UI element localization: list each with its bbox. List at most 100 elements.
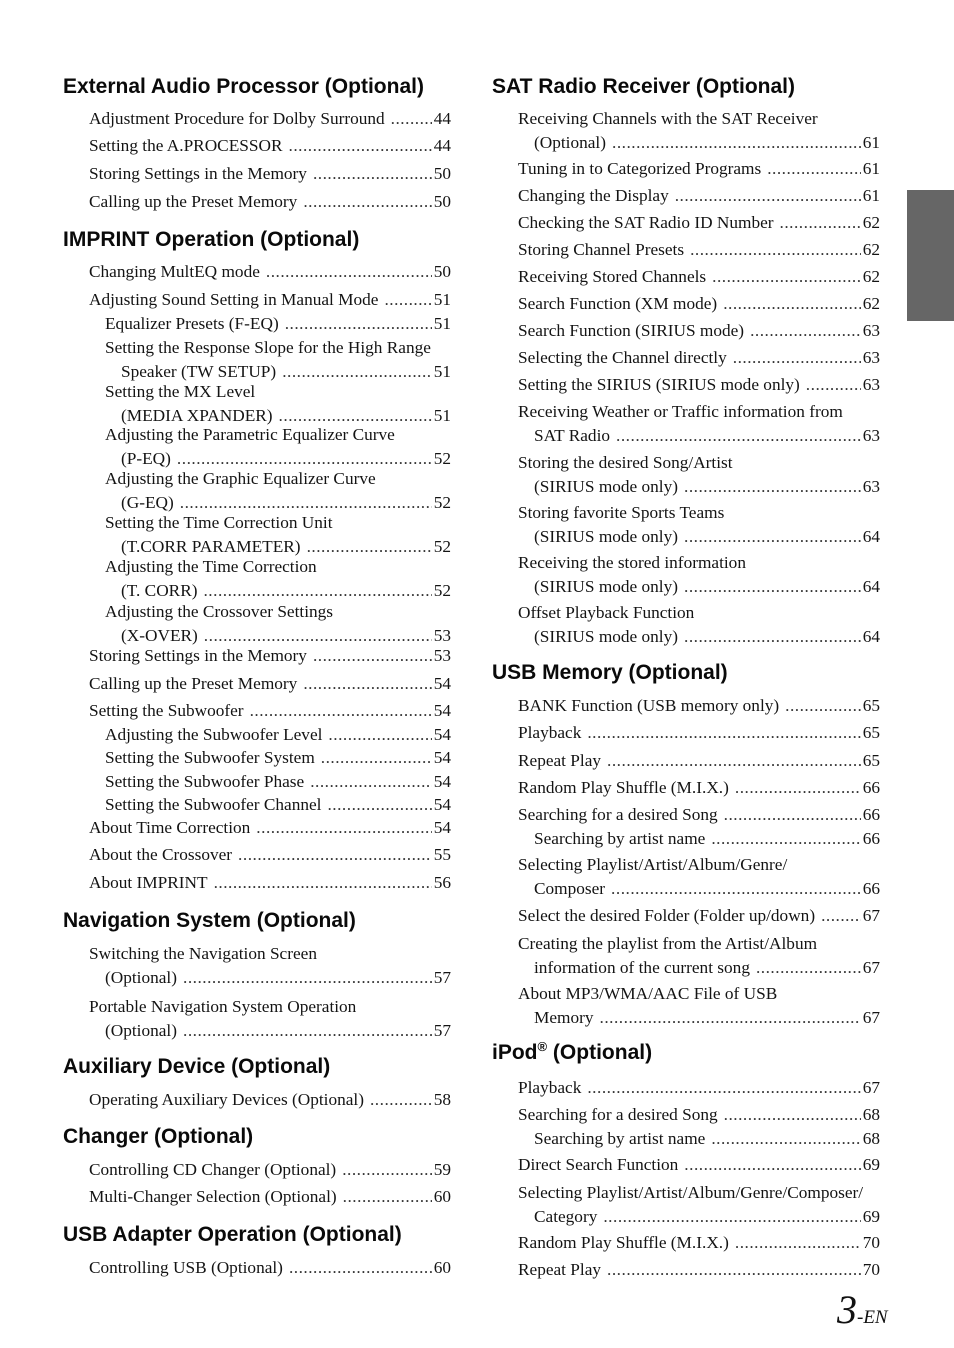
- dot-leader: [303, 672, 431, 696]
- toc-entry[interactable]: Equalizer Presets (F-EQ) 51: [105, 312, 451, 336]
- toc-entry-title: Setting the MX Level: [105, 382, 256, 401]
- toc-entry[interactable]: Random Play Shuffle (M.I.X.) 70: [518, 1231, 880, 1255]
- toc-entry[interactable]: Adjusting the Parametric Equalizer Curve…: [105, 423, 451, 471]
- toc-entry-line: Setting the Subwoofer Channel 54: [105, 793, 451, 817]
- toc-entry[interactable]: Adjusting the Crossover Settings (X-OVER)…: [105, 600, 451, 648]
- toc-entry-line: About IMPRINT 56: [89, 871, 451, 895]
- toc-entry[interactable]: Searching by artist name 66: [534, 827, 880, 851]
- toc-entry-line: Adjusting Sound Setting in Manual Mode 51: [89, 288, 451, 312]
- section-heading: iPod® (Optional): [492, 1040, 652, 1065]
- dot-leader: [183, 966, 432, 990]
- toc-page-ref: 66: [862, 778, 880, 797]
- toc-entry-title: Searching for a desired Song: [518, 805, 718, 824]
- toc-entry[interactable]: Storing favorite Sports Teams (SIRIUS mod…: [518, 501, 880, 549]
- toc-entry[interactable]: About the Crossover 55: [89, 843, 451, 867]
- toc-entry[interactable]: Storing Settings in the Memory 53: [89, 644, 451, 668]
- toc-entry[interactable]: Portable Navigation System Operation (Opt…: [89, 995, 451, 1043]
- toc-entry[interactable]: Setting the Subwoofer 54: [89, 699, 451, 723]
- toc-entry[interactable]: Setting the Subwoofer Channel 54: [105, 793, 451, 817]
- toc-entry[interactable]: BANK Function (USB memory only) 65: [518, 694, 880, 718]
- toc-entry[interactable]: Receiving Weather or Traffic information…: [518, 400, 880, 448]
- toc-entry-title: Portable Navigation System Operation: [89, 997, 357, 1016]
- toc-entry[interactable]: Adjusting the Time Correction(T. CORR)52: [105, 555, 451, 603]
- toc-entry-line: Storing Settings in the Memory 53: [89, 644, 451, 668]
- toc-entry-title: Storing Channel Presets: [518, 240, 685, 259]
- toc-entry[interactable]: Checking the SAT Radio ID Number 62: [518, 211, 880, 235]
- dot-leader: [328, 723, 431, 747]
- toc-entry[interactable]: Setting the Time Correction Unit (T.CORR …: [105, 511, 451, 559]
- dot-leader: [806, 373, 861, 397]
- toc-entry[interactable]: Searching for a desired Song 66: [518, 803, 880, 827]
- toc-entry[interactable]: Searching by artist name 68: [534, 1127, 880, 1151]
- dot-leader: [327, 793, 431, 817]
- toc-entry[interactable]: Receiving the stored information (SIRIUS …: [518, 551, 880, 599]
- section-heading: SAT Radio Receiver (Optional): [492, 75, 795, 99]
- toc-entry[interactable]: About MP3/WMA/AAC File of USB Memory 67: [518, 982, 880, 1030]
- toc-entry-line: SAT Radio 63: [518, 424, 880, 448]
- toc-entry[interactable]: Operating Auxiliary Devices (Optional) 58: [89, 1088, 451, 1112]
- toc-entry[interactable]: Controlling CD Changer (Optional) 59: [89, 1158, 451, 1182]
- toc-entry[interactable]: Repeat Play 70: [518, 1258, 880, 1282]
- dot-leader: [690, 238, 861, 262]
- toc-entry[interactable]: Offset Playback Function (SIRIUS mode onl…: [518, 601, 880, 649]
- toc-page-ref: 62: [862, 294, 880, 313]
- toc-page-ref: 67: [862, 1078, 880, 1097]
- toc-entry[interactable]: Searching for a desired Song 68: [518, 1103, 880, 1127]
- toc-entry[interactable]: Storing Settings in the Memory 50: [89, 162, 451, 186]
- toc-entry[interactable]: Adjusting the Subwoofer Level 54: [105, 723, 451, 747]
- toc-entry[interactable]: Controlling USB (Optional) 60: [89, 1256, 451, 1280]
- toc-entry[interactable]: Repeat Play 65: [518, 749, 880, 773]
- dot-leader: [303, 190, 431, 214]
- toc-entry-line: (SIRIUS mode only) 64: [518, 525, 880, 549]
- toc-entry[interactable]: About IMPRINT 56: [89, 871, 451, 895]
- toc-entry[interactable]: Changing MultEQ mode 50: [89, 260, 451, 284]
- toc-entry[interactable]: Calling up the Preset Memory 54: [89, 672, 451, 696]
- toc-entry[interactable]: Adjusting the Graphic Equalizer Curve (G-…: [105, 467, 451, 515]
- toc-entry[interactable]: Multi-Changer Selection (Optional) 60: [89, 1185, 451, 1209]
- toc-entry[interactable]: Select the desired Folder (Folder up/dow…: [518, 904, 880, 928]
- toc-entry[interactable]: Receiving Stored Channels 62: [518, 265, 880, 289]
- toc-entry[interactable]: Selecting the Channel directly 63: [518, 346, 880, 370]
- toc-entry[interactable]: Adjustment Procedure for Dolby Surround 4…: [89, 107, 451, 131]
- toc-page-ref: 65: [862, 751, 880, 770]
- toc-entry[interactable]: Setting the SIRIUS (SIRIUS mode only) 63: [518, 373, 880, 397]
- toc-entry[interactable]: Calling up the Preset Memory 50: [89, 190, 451, 214]
- toc-entry[interactable]: Random Play Shuffle (M.I.X.) 66: [518, 776, 880, 800]
- toc-entry[interactable]: Selecting Playlist/Artist/Album/Genre/Co…: [518, 853, 880, 901]
- toc-entry[interactable]: Creating the playlist from the Artist/Al…: [518, 932, 880, 980]
- toc-entry-line: (Optional) 57: [89, 1019, 451, 1043]
- toc-entry[interactable]: Search Function (SIRIUS mode) 63: [518, 319, 880, 343]
- toc-entry[interactable]: Storing Channel Presets 62: [518, 238, 880, 262]
- section-heading-text: iPod: [492, 1041, 538, 1064]
- toc-entry[interactable]: Playback 67: [518, 1076, 880, 1100]
- toc-entry[interactable]: About Time Correction 54: [89, 816, 451, 840]
- toc-entry-line: Composer 66: [518, 877, 880, 901]
- toc-entry[interactable]: Receiving Channels with the SAT Receiver…: [518, 107, 880, 155]
- toc-entry-title: Search Function (SIRIUS mode): [518, 321, 745, 340]
- toc-entry-line: Search Function (XM mode) 62: [518, 292, 880, 316]
- toc-entry[interactable]: Setting the Subwoofer Phase 54: [105, 770, 451, 794]
- toc-entry[interactable]: Selecting Playlist/Artist/Album/Genre/Co…: [518, 1181, 880, 1229]
- toc-entry[interactable]: Playback 65: [518, 721, 880, 745]
- toc-entry[interactable]: Storing the desired Song/Artist (SIRIUS m…: [518, 451, 880, 499]
- dot-leader: [684, 625, 861, 649]
- toc-entry[interactable]: Switching the Navigation Screen (Optional…: [89, 942, 451, 990]
- toc-entry-line: Storing Channel Presets 62: [518, 238, 880, 262]
- dot-leader: [238, 843, 432, 867]
- toc-entry[interactable]: Changing the Display 61: [518, 184, 880, 208]
- toc-entry[interactable]: Direct Search Function 69: [518, 1153, 880, 1177]
- toc-entry-title: Searching by artist name: [534, 829, 706, 848]
- toc-page-ref: 70: [862, 1233, 880, 1252]
- toc-entry[interactable]: Tuning in to Categorized Programs 61: [518, 157, 880, 181]
- toc-entry[interactable]: Adjusting Sound Setting in Manual Mode 51: [89, 288, 451, 312]
- toc-entry[interactable]: Setting the Subwoofer System 54: [105, 746, 451, 770]
- toc-entry[interactable]: Setting the Response Slope for the High …: [105, 336, 451, 384]
- toc-entry-line: Searching for a desired Song 68: [518, 1103, 880, 1127]
- toc-entry-title: Receiving Stored Channels: [518, 267, 707, 286]
- toc-entry-title: (SIRIUS mode only): [534, 527, 679, 546]
- toc-entry[interactable]: Setting the MX Level(MEDIA XPANDER)51: [105, 380, 451, 428]
- dot-leader: [750, 319, 861, 343]
- toc-entry[interactable]: Search Function (XM mode) 62: [518, 292, 880, 316]
- toc-entry[interactable]: Setting the A.PROCESSOR 44: [89, 134, 451, 158]
- section-heading-text: USB Adapter Operation (Optional): [63, 1223, 402, 1246]
